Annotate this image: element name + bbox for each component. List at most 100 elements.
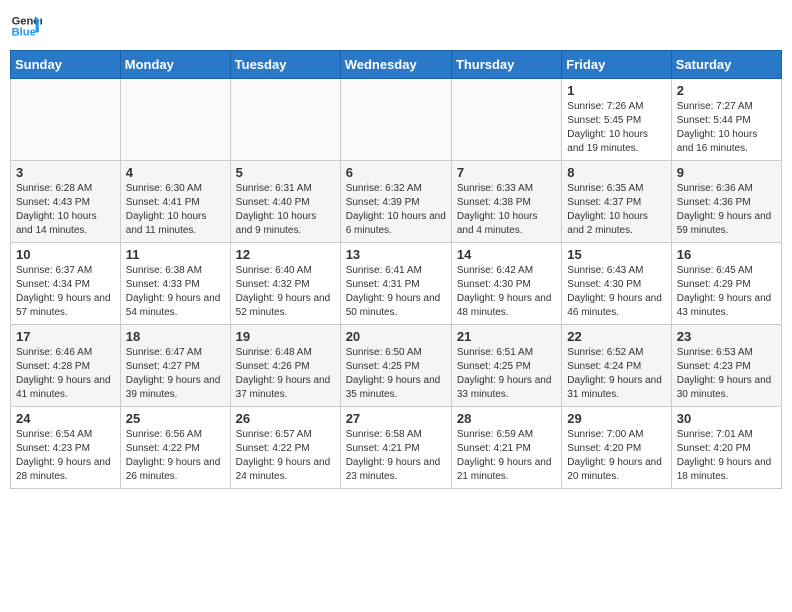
day-number: 19 (236, 329, 335, 344)
day-info: Sunrise: 6:36 AM Sunset: 4:36 PM Dayligh… (677, 182, 776, 238)
day-info: Sunrise: 6:35 AM Sunset: 4:37 PM Dayligh… (567, 182, 665, 238)
calendar-cell: 15 Sunrise: 6:43 AM Sunset: 4:30 PM Dayli… (562, 243, 671, 325)
calendar-cell: 16 Sunrise: 6:45 AM Sunset: 4:29 PM Dayli… (671, 243, 781, 325)
day-info: Sunrise: 6:50 AM Sunset: 4:25 PM Dayligh… (346, 346, 446, 402)
day-number: 8 (567, 165, 665, 180)
day-number: 30 (677, 411, 776, 426)
day-info: Sunrise: 6:45 AM Sunset: 4:29 PM Dayligh… (677, 264, 776, 320)
day-number: 23 (677, 329, 776, 344)
day-info: Sunrise: 6:43 AM Sunset: 4:30 PM Dayligh… (567, 264, 665, 320)
calendar-cell: 26Sunrise: 6:57 AM Sunset: 4:22 PM Dayli… (230, 407, 340, 489)
calendar-header-row: SundayMondayTuesdayWednesdayThursdayFrid… (11, 51, 782, 79)
day-info: Sunrise: 6:31 AM Sunset: 4:40 PM Dayligh… (236, 182, 335, 238)
calendar-week-row: 17 Sunrise: 6:46 AM Sunset: 4:28 PM Dayli… (11, 325, 782, 407)
day-of-week-header: Tuesday (230, 51, 340, 79)
calendar-cell (11, 79, 121, 161)
page-header: General Blue (10, 10, 782, 42)
calendar-table: SundayMondayTuesdayWednesdayThursdayFrid… (10, 50, 782, 489)
day-number: 22 (567, 329, 665, 344)
calendar-cell: 28 Sunrise: 6:59 AM Sunset: 4:21 PM Dayli… (451, 407, 561, 489)
day-number: 6 (346, 165, 446, 180)
day-number: 7 (457, 165, 556, 180)
day-number: 29 (567, 411, 665, 426)
day-number: 10 (16, 247, 115, 262)
day-info: Sunrise: 6:48 AM Sunset: 4:26 PM Dayligh… (236, 346, 335, 402)
day-of-week-header: Monday (120, 51, 230, 79)
day-number: 15 (567, 247, 665, 262)
calendar-cell (340, 79, 451, 161)
calendar-cell: 12Sunrise: 6:40 AM Sunset: 4:32 PM Dayli… (230, 243, 340, 325)
calendar-cell: 2 Sunrise: 7:27 AM Sunset: 5:44 PM Daylig… (671, 79, 781, 161)
calendar-cell: 20 Sunrise: 6:50 AM Sunset: 4:25 PM Dayli… (340, 325, 451, 407)
day-info: Sunrise: 7:26 AM Sunset: 5:45 PM Dayligh… (567, 100, 665, 156)
calendar-cell: 19 Sunrise: 6:48 AM Sunset: 4:26 PM Dayli… (230, 325, 340, 407)
day-of-week-header: Wednesday (340, 51, 451, 79)
calendar-cell: 22 Sunrise: 6:52 AM Sunset: 4:24 PM Dayli… (562, 325, 671, 407)
day-info: Sunrise: 6:30 AM Sunset: 4:41 PM Dayligh… (126, 182, 225, 238)
calendar-cell: 27 Sunrise: 6:58 AM Sunset: 4:21 PM Dayli… (340, 407, 451, 489)
day-number: 11 (126, 247, 225, 262)
calendar-cell: 11 Sunrise: 6:38 AM Sunset: 4:33 PM Dayli… (120, 243, 230, 325)
day-of-week-header: Saturday (671, 51, 781, 79)
calendar-cell (230, 79, 340, 161)
day-info: Sunrise: 6:28 AM Sunset: 4:43 PM Dayligh… (16, 182, 115, 238)
day-of-week-header: Sunday (11, 51, 121, 79)
calendar-cell: 21 Sunrise: 6:51 AM Sunset: 4:25 PM Dayli… (451, 325, 561, 407)
calendar-cell: 8 Sunrise: 6:35 AM Sunset: 4:37 PM Daylig… (562, 161, 671, 243)
day-number: 12 (236, 247, 335, 262)
day-number: 20 (346, 329, 446, 344)
day-number: 27 (346, 411, 446, 426)
day-number: 1 (567, 83, 665, 98)
day-number: 21 (457, 329, 556, 344)
calendar-week-row: 3 Sunrise: 6:28 AM Sunset: 4:43 PM Daylig… (11, 161, 782, 243)
calendar-cell: 1 Sunrise: 7:26 AM Sunset: 5:45 PM Daylig… (562, 79, 671, 161)
day-info: Sunrise: 6:54 AM Sunset: 4:23 PM Dayligh… (16, 428, 115, 484)
day-number: 26 (236, 411, 335, 426)
calendar-cell: 17 Sunrise: 6:46 AM Sunset: 4:28 PM Dayli… (11, 325, 121, 407)
day-info: Sunrise: 6:32 AM Sunset: 4:39 PM Dayligh… (346, 182, 446, 238)
day-number: 16 (677, 247, 776, 262)
calendar-week-row: 1 Sunrise: 7:26 AM Sunset: 5:45 PM Daylig… (11, 79, 782, 161)
day-number: 9 (677, 165, 776, 180)
day-number: 18 (126, 329, 225, 344)
day-info: Sunrise: 6:33 AM Sunset: 4:38 PM Dayligh… (457, 182, 556, 238)
logo-icon: General Blue (10, 10, 42, 42)
day-number: 4 (126, 165, 225, 180)
day-info: Sunrise: 7:01 AM Sunset: 4:20 PM Dayligh… (677, 428, 776, 484)
logo: General Blue (10, 10, 42, 42)
calendar-cell: 13 Sunrise: 6:41 AM Sunset: 4:31 PM Dayli… (340, 243, 451, 325)
day-info: Sunrise: 6:53 AM Sunset: 4:23 PM Dayligh… (677, 346, 776, 402)
day-info: Sunrise: 6:59 AM Sunset: 4:21 PM Dayligh… (457, 428, 556, 484)
day-info: Sunrise: 6:52 AM Sunset: 4:24 PM Dayligh… (567, 346, 665, 402)
day-info: Sunrise: 6:41 AM Sunset: 4:31 PM Dayligh… (346, 264, 446, 320)
calendar-cell: 3 Sunrise: 6:28 AM Sunset: 4:43 PM Daylig… (11, 161, 121, 243)
calendar-cell: 23 Sunrise: 6:53 AM Sunset: 4:23 PM Dayli… (671, 325, 781, 407)
day-info: Sunrise: 6:42 AM Sunset: 4:30 PM Dayligh… (457, 264, 556, 320)
calendar-cell: 6 Sunrise: 6:32 AM Sunset: 4:39 PM Daylig… (340, 161, 451, 243)
day-info: Sunrise: 6:56 AM Sunset: 4:22 PM Dayligh… (126, 428, 225, 484)
day-info: Sunrise: 7:00 AM Sunset: 4:20 PM Dayligh… (567, 428, 665, 484)
day-info: Sunrise: 7:27 AM Sunset: 5:44 PM Dayligh… (677, 100, 776, 156)
svg-text:Blue: Blue (12, 27, 36, 39)
day-info: Sunrise: 6:38 AM Sunset: 4:33 PM Dayligh… (126, 264, 225, 320)
day-info: Sunrise: 6:58 AM Sunset: 4:21 PM Dayligh… (346, 428, 446, 484)
calendar-cell (120, 79, 230, 161)
calendar-cell: 18 Sunrise: 6:47 AM Sunset: 4:27 PM Dayli… (120, 325, 230, 407)
calendar-cell: 9 Sunrise: 6:36 AM Sunset: 4:36 PM Daylig… (671, 161, 781, 243)
calendar-cell: 24 Sunrise: 6:54 AM Sunset: 4:23 PM Dayli… (11, 407, 121, 489)
calendar-cell: 25Sunrise: 6:56 AM Sunset: 4:22 PM Dayli… (120, 407, 230, 489)
day-info: Sunrise: 6:51 AM Sunset: 4:25 PM Dayligh… (457, 346, 556, 402)
calendar-week-row: 10Sunrise: 6:37 AM Sunset: 4:34 PM Dayli… (11, 243, 782, 325)
calendar-week-row: 24 Sunrise: 6:54 AM Sunset: 4:23 PM Dayli… (11, 407, 782, 489)
day-number: 24 (16, 411, 115, 426)
day-number: 3 (16, 165, 115, 180)
calendar-cell: 14Sunrise: 6:42 AM Sunset: 4:30 PM Dayli… (451, 243, 561, 325)
calendar-cell (451, 79, 561, 161)
day-number: 17 (16, 329, 115, 344)
day-number: 13 (346, 247, 446, 262)
day-number: 2 (677, 83, 776, 98)
day-number: 5 (236, 165, 335, 180)
day-info: Sunrise: 6:46 AM Sunset: 4:28 PM Dayligh… (16, 346, 115, 402)
day-number: 28 (457, 411, 556, 426)
day-info: Sunrise: 6:47 AM Sunset: 4:27 PM Dayligh… (126, 346, 225, 402)
